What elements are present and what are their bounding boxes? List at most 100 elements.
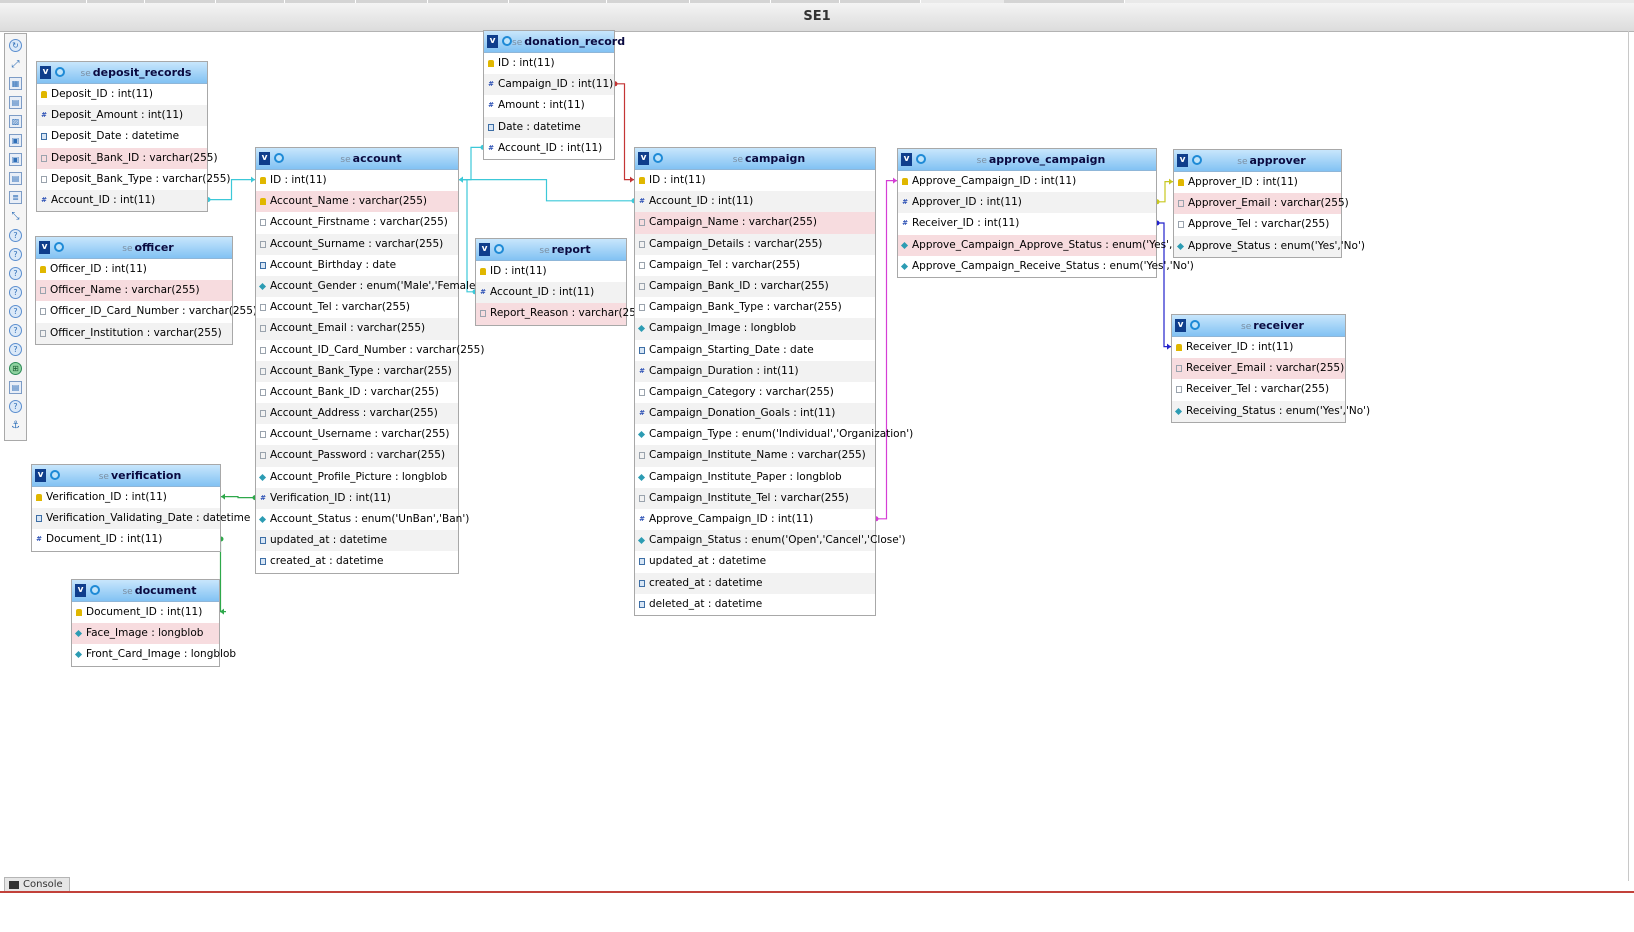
gear-icon[interactable] bbox=[1192, 155, 1202, 165]
table-column[interactable]: Report_Reason : varchar(255) bbox=[476, 303, 647, 325]
toggle-view-icon[interactable]: v bbox=[39, 241, 50, 254]
table-column[interactable]: Campaign_Name : varchar(255) bbox=[635, 212, 875, 234]
table-column[interactable]: # Amount : int(11) bbox=[484, 95, 614, 116]
table-header[interactable]: v se document bbox=[72, 580, 219, 602]
table-column[interactable]: # Approve_Campaign_ID : int(11) bbox=[635, 509, 875, 530]
gear-icon[interactable] bbox=[1190, 320, 1200, 330]
table-column[interactable]: Account_Birthday : date bbox=[256, 255, 458, 276]
table-column[interactable]: Officer_ID : int(11) bbox=[36, 259, 232, 280]
gear-icon[interactable] bbox=[653, 153, 663, 163]
table-column[interactable]: Approve_Tel : varchar(255) bbox=[1174, 214, 1341, 235]
table-header[interactable]: v se receiver bbox=[1172, 315, 1345, 337]
table-column[interactable]: # Account_ID : int(11) bbox=[476, 282, 626, 304]
table-campaign[interactable]: v se campaign ID : int(11) # Account_ID : int… bbox=[634, 147, 913, 616]
table-column[interactable]: Campaign_Bank_Type : varchar(255) bbox=[635, 297, 875, 318]
toggle-view-icon[interactable]: v bbox=[40, 66, 51, 79]
table-column[interactable]: Officer_ID_Card_Number : varchar(255) bbox=[36, 301, 257, 322]
table-column[interactable]: Officer_Institution : varchar(255) bbox=[36, 322, 232, 344]
table-column[interactable]: # Account_ID : int(11) bbox=[484, 138, 614, 159]
table-column[interactable]: Campaign_Bank_ID : varchar(255) bbox=[635, 275, 875, 298]
toggle-view-icon[interactable]: v bbox=[638, 152, 649, 165]
table-column[interactable]: Deposit_Bank_Type : varchar(255) bbox=[37, 169, 231, 190]
table-column[interactable]: Account_Firstname : varchar(255) bbox=[256, 212, 458, 233]
table-column[interactable]: Account_ID_Card_Number : varchar(255) bbox=[256, 340, 484, 361]
table-column[interactable]: Receiving_Status : enum('Yes','No') bbox=[1172, 400, 1370, 422]
table-column[interactable]: ID : int(11) bbox=[635, 170, 875, 191]
toggle-view-icon[interactable]: v bbox=[1175, 319, 1186, 332]
gear-icon[interactable] bbox=[274, 153, 284, 163]
table-column[interactable]: Deposit_Date : datetime bbox=[37, 126, 207, 147]
table-column[interactable]: Approve_Campaign_Receive_Status : enum('… bbox=[898, 256, 1194, 277]
table-header[interactable]: v se donation_record bbox=[484, 31, 625, 53]
table-column[interactable]: # Account_ID : int(11) bbox=[37, 189, 207, 212]
table-column[interactable]: Verification_Validating_Date : datetime bbox=[32, 508, 250, 530]
relation-line[interactable] bbox=[615, 83, 634, 181]
table-column[interactable]: Campaign_Institute_Paper : longblob bbox=[635, 467, 875, 488]
table-column[interactable]: Account_Profile_Picture : longblob bbox=[256, 467, 458, 488]
table-column[interactable]: Officer_Name : varchar(255) bbox=[36, 280, 232, 302]
relation-line[interactable] bbox=[459, 179, 634, 202]
table-column[interactable]: updated_at : datetime bbox=[635, 551, 875, 572]
gear-icon[interactable] bbox=[54, 242, 64, 252]
table-column[interactable]: ID : int(11) bbox=[476, 261, 626, 282]
table-column[interactable]: Date : datetime bbox=[484, 116, 614, 138]
toggle-view-icon[interactable]: v bbox=[259, 152, 270, 165]
table-donation-record[interactable]: v se donation_record ID : int(11) # Campaign_… bbox=[483, 30, 625, 160]
table-column[interactable]: # Approver_ID : int(11) bbox=[898, 192, 1156, 214]
table-column[interactable]: Campaign_Tel : varchar(255) bbox=[635, 255, 875, 276]
toggle-view-icon[interactable]: v bbox=[1177, 154, 1188, 167]
table-header[interactable]: v se campaign bbox=[635, 148, 875, 170]
table-column[interactable]: Account_Gender : enum('Male','Female') bbox=[256, 275, 482, 298]
relation-line[interactable] bbox=[459, 146, 483, 181]
table-column[interactable]: updated_at : datetime bbox=[256, 530, 458, 552]
table-column[interactable]: # Campaign_ID : int(11) bbox=[484, 74, 614, 96]
table-header[interactable]: v se verification bbox=[32, 465, 220, 487]
toggle-view-icon[interactable]: v bbox=[35, 469, 46, 482]
table-column[interactable]: # Receiver_ID : int(11) bbox=[898, 213, 1156, 234]
table-column[interactable]: Front_Card_Image : longblob bbox=[72, 644, 236, 665]
table-column[interactable]: created_at : datetime bbox=[256, 551, 458, 572]
table-approver[interactable]: v se approver Approver_ID : int(11) Approver… bbox=[1173, 149, 1365, 258]
table-column[interactable]: Account_Email : varchar(255) bbox=[256, 318, 458, 340]
table-header[interactable]: v se deposit_records bbox=[37, 62, 207, 84]
table-approve-campaign[interactable]: v se approve_campaign Approve_Campaign_ID :… bbox=[897, 148, 1196, 278]
table-report[interactable]: v se report ID : int(11) # Account_ID : int(1… bbox=[475, 238, 647, 326]
table-column[interactable]: Approve_Campaign_ID : int(11) bbox=[898, 171, 1156, 192]
table-deposit-records[interactable]: v se deposit_records Deposit_ID : int(11) # D… bbox=[36, 61, 231, 213]
table-header[interactable]: v se approve_campaign bbox=[898, 149, 1156, 171]
table-column[interactable]: # Document_ID : int(11) bbox=[32, 529, 220, 550]
table-column[interactable]: Approver_Email : varchar(255) bbox=[1174, 193, 1349, 215]
gear-icon[interactable] bbox=[50, 470, 60, 480]
table-column[interactable]: Deposit_ID : int(11) bbox=[37, 84, 207, 105]
table-receiver[interactable]: v se receiver Receiver_ID : int(11) Receiver… bbox=[1171, 314, 1370, 423]
table-column[interactable]: # Verification_ID : int(11) bbox=[256, 487, 458, 509]
table-column[interactable]: # Account_ID : int(11) bbox=[635, 191, 875, 213]
table-column[interactable]: deleted_at : datetime bbox=[635, 594, 875, 615]
table-column[interactable]: # Campaign_Donation_Goals : int(11) bbox=[635, 403, 875, 425]
toggle-view-icon[interactable]: v bbox=[75, 584, 86, 597]
table-column[interactable]: Receiver_ID : int(11) bbox=[1172, 337, 1345, 358]
table-document[interactable]: v se document Document_ID : int(11) Face_Ima… bbox=[71, 579, 236, 667]
table-column[interactable]: Campaign_Status : enum('Open','Cancel','… bbox=[635, 530, 906, 552]
relation-line[interactable] bbox=[1157, 181, 1173, 203]
relation-line[interactable] bbox=[221, 496, 255, 499]
relation-line[interactable] bbox=[459, 179, 475, 293]
table-column[interactable]: Campaign_Type : enum('Individual','Organ… bbox=[635, 424, 913, 445]
table-header[interactable]: v se account bbox=[256, 148, 458, 170]
relation-line[interactable] bbox=[876, 180, 897, 520]
table-column[interactable]: Account_Tel : varchar(255) bbox=[256, 297, 458, 318]
table-header[interactable]: v se report bbox=[476, 239, 626, 261]
table-column[interactable]: ID : int(11) bbox=[484, 53, 614, 74]
table-column[interactable]: Campaign_Image : longblob bbox=[635, 318, 875, 340]
table-column[interactable]: Account_Bank_ID : varchar(255) bbox=[256, 382, 458, 403]
table-account[interactable]: v se account ID : int(11) Account_Name : var… bbox=[255, 147, 484, 574]
table-column[interactable]: Campaign_Details : varchar(255) bbox=[635, 233, 875, 255]
table-column[interactable]: # Deposit_Amount : int(11) bbox=[37, 105, 207, 127]
gear-icon[interactable] bbox=[502, 36, 512, 46]
gear-icon[interactable] bbox=[55, 67, 65, 77]
gear-icon[interactable] bbox=[916, 154, 926, 164]
table-column[interactable]: ID : int(11) bbox=[256, 170, 458, 191]
gear-icon[interactable] bbox=[90, 585, 100, 595]
table-column[interactable]: Approve_Status : enum('Yes','No') bbox=[1174, 235, 1365, 257]
toggle-view-icon[interactable]: v bbox=[901, 153, 912, 166]
